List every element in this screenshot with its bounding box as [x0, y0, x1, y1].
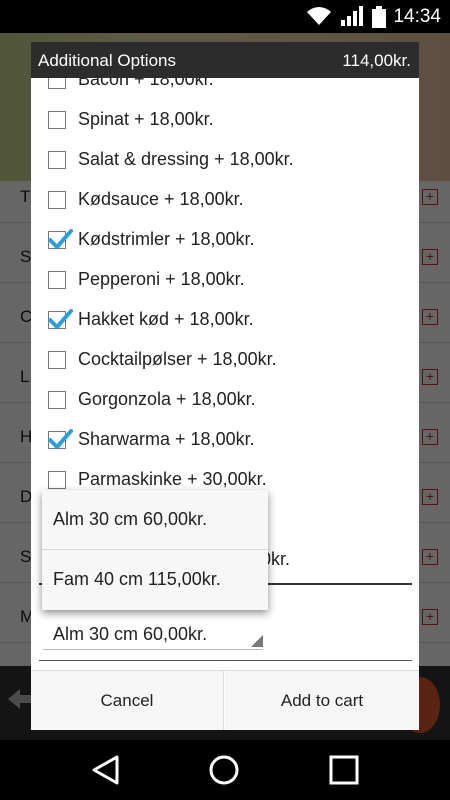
option-row[interactable]: Salat & dressing + 18,00kr. — [31, 140, 419, 180]
checkbox[interactable] — [48, 471, 66, 489]
size-select-value: Alm 30 cm 60,00kr. — [53, 624, 208, 644]
checkbox[interactable] — [48, 271, 66, 289]
option-row[interactable]: Kødsauce + 18,00kr. — [31, 180, 419, 220]
dialog-buttons: Cancel Add to cart — [31, 670, 419, 730]
option-row[interactable]: Sharwarma + 18,00kr. — [31, 420, 419, 460]
dropdown-item-alm[interactable]: Alm 30 cm 60,00kr. — [42, 490, 268, 550]
option-row[interactable]: Gorgonzola + 18,00kr. — [31, 380, 419, 420]
option-label: Sharwarma + 18,00kr. — [78, 429, 255, 449]
option-list[interactable]: Bacon + 18,00kr. Spinat + 18,00kr. Salat &… — [31, 78, 419, 508]
option-row[interactable]: Hakket kød + 18,00kr. — [31, 300, 419, 340]
option-row[interactable]: Cocktailpølser + 18,00kr. — [31, 340, 419, 380]
dropdown-item-fam[interactable]: Fam 40 cm 115,00kr. — [42, 550, 268, 610]
checkbox-checked[interactable] — [48, 229, 73, 249]
option-label: Hakket kød + 18,00kr. — [78, 309, 254, 329]
option-label: Gorgonzola + 18,00kr. — [78, 389, 256, 409]
checkbox[interactable] — [48, 391, 66, 409]
option-row[interactable]: Spinat + 18,00kr. — [31, 100, 419, 140]
size-select[interactable]: Alm 30 cm 60,00kr. — [43, 620, 263, 650]
back-icon[interactable] — [90, 754, 122, 786]
status-time: 14:34 — [393, 6, 441, 27]
recent-apps-icon[interactable] — [328, 754, 360, 786]
additional-options-dialog: Additional Options 114,00kr. Bacon + 18,… — [31, 42, 419, 730]
checkbox-checked[interactable] — [48, 429, 73, 449]
wifi-icon — [307, 7, 331, 25]
checkbox-checked[interactable] — [48, 309, 73, 329]
home-icon[interactable] — [208, 754, 240, 786]
dialog-header: Additional Options 114,00kr. — [31, 42, 419, 78]
size-dropdown-popup: Alm 30 cm 60,00kr. Fam 40 cm 115,00kr. — [42, 490, 268, 610]
option-row[interactable]: Bacon + 18,00kr. — [31, 78, 419, 100]
checkmark-icon — [48, 229, 73, 249]
option-label: Cocktailpølser + 18,00kr. — [78, 349, 277, 369]
option-label: Spinat + 18,00kr. — [78, 109, 214, 129]
dialog-total: 114,00kr. — [342, 51, 411, 70]
option-label: Salat & dressing + 18,00kr. — [78, 149, 294, 169]
option-row[interactable]: Kødstrimler + 18,00kr. — [31, 220, 419, 260]
cancel-button[interactable]: Cancel — [31, 671, 224, 730]
divider — [39, 660, 412, 661]
status-bar: 14:34 — [0, 0, 450, 33]
checkbox[interactable] — [48, 78, 66, 89]
option-label: Bacon + 18,00kr. — [78, 78, 214, 89]
dropdown-triangle-icon — [251, 635, 263, 647]
option-label: Pepperoni + 18,00kr. — [78, 269, 245, 289]
checkmark-icon — [48, 309, 73, 329]
battery-icon — [372, 6, 386, 28]
navigation-bar — [0, 740, 450, 800]
checkbox[interactable] — [48, 351, 66, 369]
option-label: Kødstrimler + 18,00kr. — [78, 229, 255, 249]
add-to-cart-button[interactable]: Add to cart — [225, 671, 419, 730]
checkbox[interactable] — [48, 111, 66, 129]
option-row[interactable]: Pepperoni + 18,00kr. — [31, 260, 419, 300]
option-label: Parmaskinke + 30,00kr. — [78, 469, 267, 489]
dialog-title: Additional Options — [38, 51, 176, 70]
dropdown-item-label: Alm 30 cm 60,00kr. — [53, 509, 208, 529]
checkmark-icon — [48, 429, 73, 449]
signal-icon — [341, 6, 363, 26]
checkbox[interactable] — [48, 151, 66, 169]
option-label: Kødsauce + 18,00kr. — [78, 189, 244, 209]
checkbox[interactable] — [48, 191, 66, 209]
dropdown-item-label: Fam 40 cm 115,00kr. — [53, 569, 221, 589]
